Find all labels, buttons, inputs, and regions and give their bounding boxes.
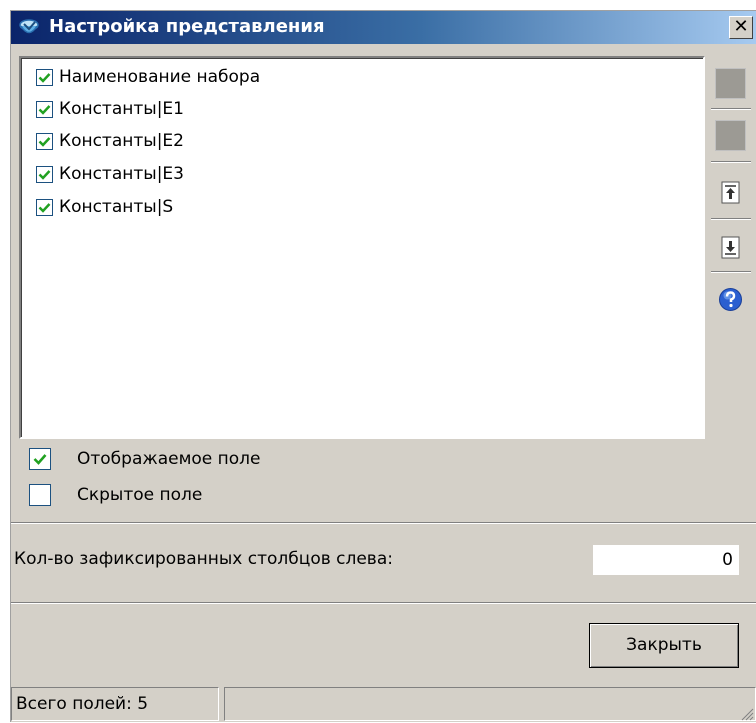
move-down-icon[interactable] xyxy=(715,232,746,263)
hidden-field-label: Скрытое поле xyxy=(77,485,203,505)
list-item[interactable]: Константы|E2 xyxy=(36,128,184,154)
window-title: Настройка представления xyxy=(49,16,325,37)
fields-list[interactable]: Наименование набора Константы|E1 Констан… xyxy=(19,56,705,439)
list-item-label: Константы|E2 xyxy=(59,131,184,151)
hidden-field-option[interactable]: Скрытое поле xyxy=(29,482,202,508)
move-up-icon[interactable] xyxy=(715,177,746,208)
checkbox-checked-icon[interactable] xyxy=(36,165,53,183)
visible-field-label: Отображаемое поле xyxy=(77,449,261,469)
app-icon xyxy=(19,19,39,34)
status-panel-empty xyxy=(224,687,756,721)
visible-field-option[interactable]: Отображаемое поле xyxy=(29,446,261,472)
toolbar-separator xyxy=(711,218,751,220)
status-bar: Всего полей: 5 xyxy=(11,685,756,723)
checkbox-checked-icon[interactable] xyxy=(36,132,53,150)
list-item-label: Наименование набора xyxy=(59,67,261,87)
checkbox-checked-icon[interactable] xyxy=(36,68,53,86)
checkbox-checked-icon[interactable] xyxy=(36,198,53,216)
side-toolbar xyxy=(711,56,751,439)
list-item[interactable]: Константы|S xyxy=(36,194,173,220)
toolbar-separator xyxy=(711,161,751,163)
frozen-columns-input[interactable]: 0 xyxy=(593,545,739,575)
close-icon[interactable]: ✕ xyxy=(729,16,753,39)
status-total: Всего полей: 5 xyxy=(11,687,219,721)
list-item[interactable]: Константы|E1 xyxy=(36,96,184,122)
list-item-label: Константы|E1 xyxy=(59,99,184,119)
list-item-label: Константы|S xyxy=(59,197,174,217)
checkbox-checked-icon[interactable] xyxy=(29,448,51,470)
close-button[interactable]: Закрыть xyxy=(589,623,739,668)
list-item[interactable]: Наименование набора xyxy=(36,64,260,90)
divider xyxy=(11,602,756,604)
move-right-icon[interactable] xyxy=(715,68,746,99)
resize-grip-icon[interactable] xyxy=(738,705,754,721)
toolbar-separator xyxy=(711,108,751,110)
divider xyxy=(11,522,756,524)
checkbox-unchecked-icon[interactable] xyxy=(29,484,51,506)
checkbox-checked-icon[interactable] xyxy=(36,100,53,118)
list-item-label: Константы|E3 xyxy=(59,164,184,184)
title-bar[interactable]: Настройка представления ✕ xyxy=(11,11,756,44)
settings-dialog: Настройка представления ✕ Наименование н… xyxy=(10,10,756,722)
frozen-columns-label: Кол-во зафиксированных столбцов слева: xyxy=(14,549,393,569)
list-item[interactable]: Константы|E3 xyxy=(36,161,184,187)
toolbar-separator xyxy=(711,271,751,273)
help-icon[interactable] xyxy=(715,284,746,315)
move-left-icon[interactable] xyxy=(715,120,746,151)
